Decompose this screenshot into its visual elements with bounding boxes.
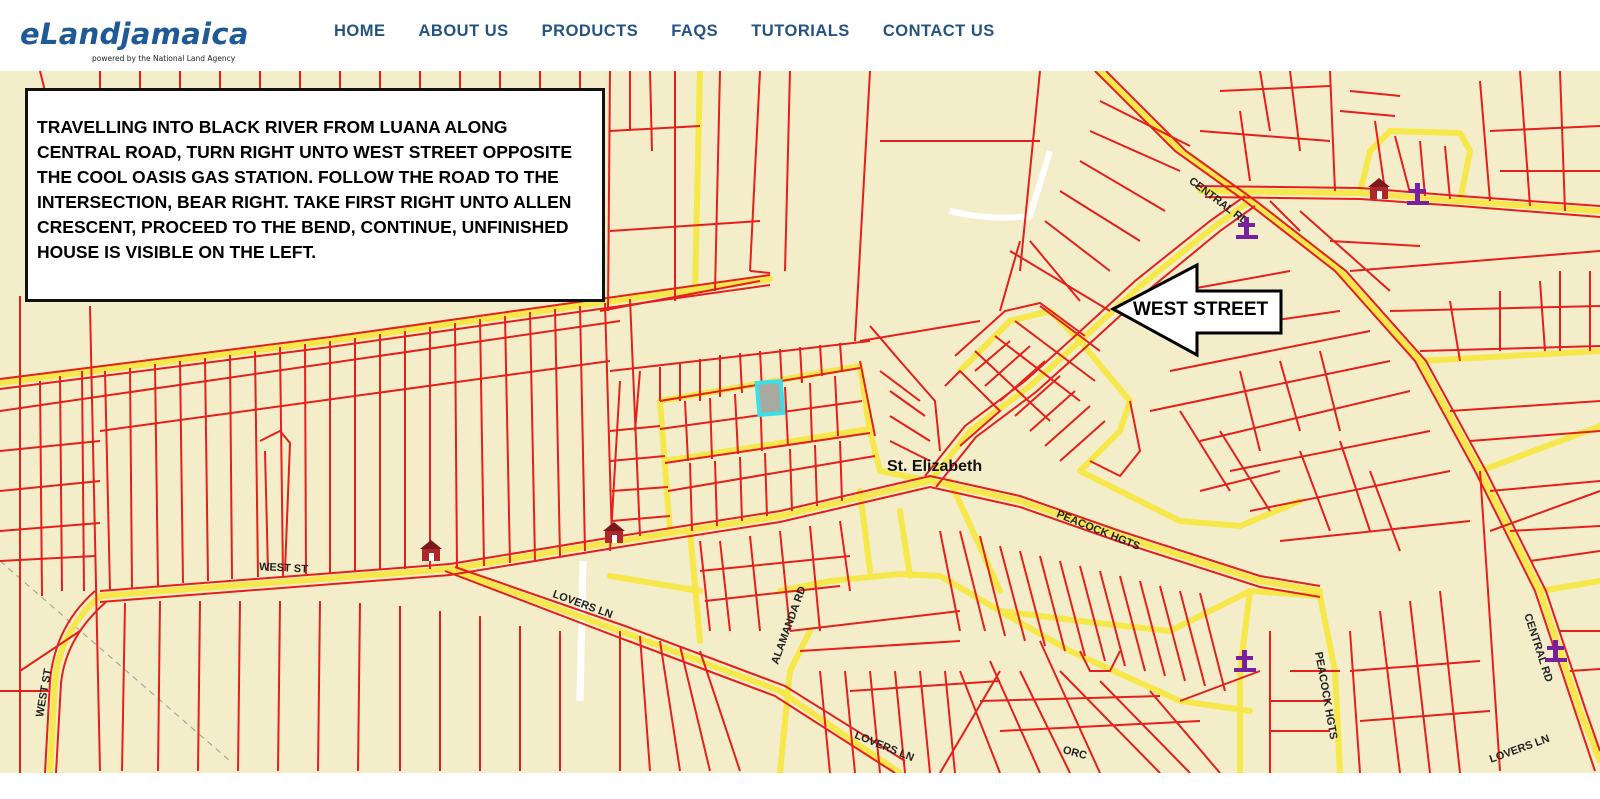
elandjamaica-logo[interactable]: eLandjamaica powered by the National Lan… bbox=[20, 17, 249, 64]
nav-about-us[interactable]: ABOUT US bbox=[419, 22, 509, 41]
logo-tagline: powered by the National Land Agency bbox=[92, 54, 236, 63]
highlighted-parcel bbox=[754, 378, 786, 418]
place-label: St. Elizabeth bbox=[887, 458, 983, 475]
school-icon[interactable] bbox=[1366, 175, 1392, 201]
site-header: eLandjamaica powered by the National Lan… bbox=[0, 0, 1600, 71]
parcel-map[interactable]: TRAVELLING INTO BLACK RIVER FROM LUANA A… bbox=[0, 71, 1600, 773]
road-label-west-st: WEST ST bbox=[258, 561, 309, 576]
nav-contact-us[interactable]: CONTACT US bbox=[883, 22, 995, 41]
arrow-label: WEST STREET bbox=[1133, 299, 1269, 320]
church-icon[interactable] bbox=[1406, 181, 1430, 207]
logo-text: eLandjamaica bbox=[20, 17, 249, 51]
directions-box: TRAVELLING INTO BLACK RIVER FROM LUANA A… bbox=[25, 88, 605, 302]
nav-faqs[interactable]: FAQS bbox=[671, 22, 718, 41]
church-icon[interactable] bbox=[1235, 215, 1259, 241]
church-icon[interactable] bbox=[1233, 648, 1257, 674]
nav-tutorials[interactable]: TUTORIALS bbox=[751, 22, 850, 41]
church-icon[interactable] bbox=[1544, 638, 1568, 664]
school-icon[interactable] bbox=[601, 519, 627, 545]
school-icon[interactable] bbox=[418, 537, 444, 563]
nav-home[interactable]: HOME bbox=[334, 22, 386, 41]
main-nav: HOME ABOUT US PRODUCTS FAQS TUTORIALS CO… bbox=[334, 22, 1028, 41]
nav-products[interactable]: PRODUCTS bbox=[542, 22, 639, 41]
page-bottom-strip bbox=[0, 773, 1600, 799]
